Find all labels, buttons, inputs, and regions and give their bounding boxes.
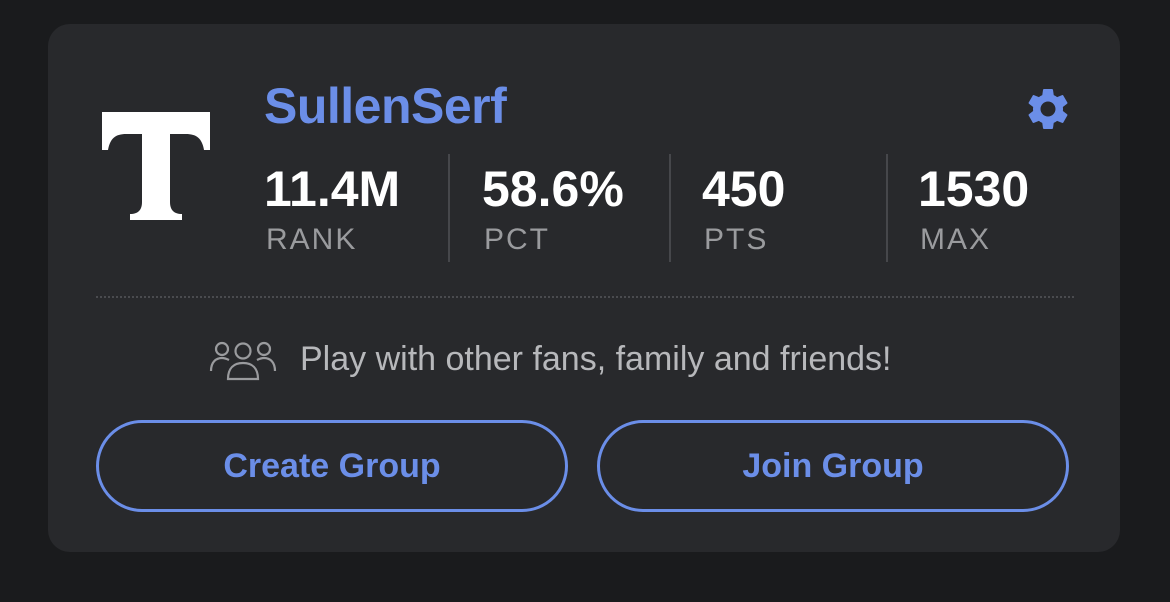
stat-label: PCT xyxy=(484,223,550,256)
stat-label: PTS xyxy=(704,223,769,256)
stat-value: 1530 xyxy=(918,161,1030,217)
stat-value: 11.4M xyxy=(264,161,401,217)
stat-divider xyxy=(448,154,450,262)
stat-label: MAX xyxy=(920,223,992,256)
username: SullenSerf xyxy=(264,78,507,134)
team-logo xyxy=(102,112,210,220)
promo-text: Play with other fans, family and friends… xyxy=(300,339,892,378)
create-group-button[interactable]: Create Group xyxy=(96,420,568,512)
stat-divider xyxy=(886,154,888,262)
stat-label: RANK xyxy=(266,223,358,256)
join-group-button[interactable]: Join Group xyxy=(597,420,1069,512)
gear-icon[interactable] xyxy=(1023,84,1073,134)
stat-value: 450 xyxy=(702,161,786,217)
groups-promo: Play with other fans, family and friends… xyxy=(208,334,892,384)
stat-divider xyxy=(669,154,671,262)
section-divider xyxy=(96,296,1074,298)
profile-card: SullenSerf 11.4M RANK 58.6% PCT 450 PTS … xyxy=(48,24,1120,552)
people-group-icon xyxy=(209,341,277,381)
stat-value: 58.6% xyxy=(482,161,624,217)
